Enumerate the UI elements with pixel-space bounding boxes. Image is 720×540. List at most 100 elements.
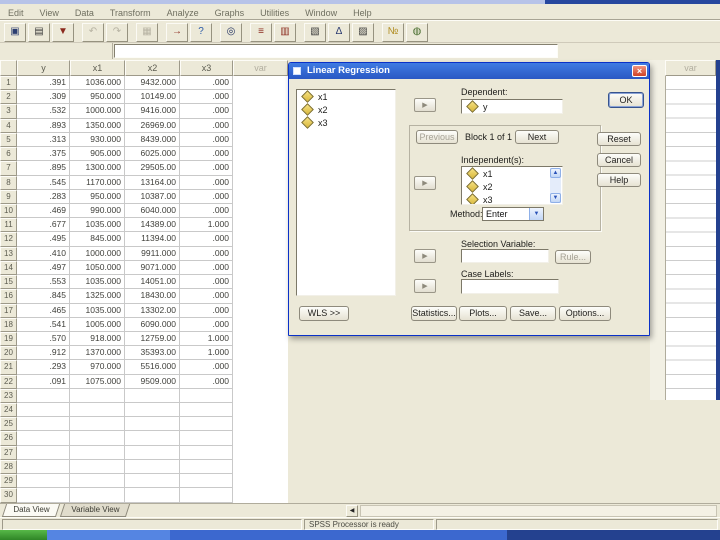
data-cell-x2[interactable]: 9911.000 bbox=[125, 246, 180, 261]
data-cell-x1[interactable]: 1035.000 bbox=[70, 218, 125, 233]
data-cell-x3[interactable]: .000 bbox=[180, 132, 233, 148]
data-cell-x1[interactable] bbox=[70, 488, 125, 503]
cell-editor-input[interactable] bbox=[114, 44, 558, 58]
row-number[interactable]: 5 bbox=[0, 132, 17, 148]
data-cell-y[interactable]: .495 bbox=[17, 232, 70, 247]
data-cell-y[interactable]: .283 bbox=[17, 189, 70, 204]
row-number[interactable]: 1 bbox=[0, 76, 17, 91]
grid-corner-cell[interactable] bbox=[0, 60, 17, 76]
row-number[interactable]: 6 bbox=[0, 147, 17, 162]
data-cell-x3[interactable] bbox=[180, 445, 233, 460]
data-cell-y[interactable]: .532 bbox=[17, 104, 70, 119]
data-cell-x2[interactable]: 9071.000 bbox=[125, 260, 180, 276]
row-number[interactable]: 19 bbox=[0, 331, 17, 347]
independent-transfer-arrow-icon[interactable]: ▶ bbox=[414, 176, 436, 190]
data-cell-x2[interactable]: 35393.00 bbox=[125, 346, 180, 361]
row-number[interactable]: 21 bbox=[0, 360, 17, 375]
tab-data-view[interactable]: Data View bbox=[1, 504, 61, 517]
data-cell-x1[interactable]: 845.000 bbox=[70, 232, 125, 247]
data-cell-x3[interactable] bbox=[180, 417, 233, 432]
data-cell-y[interactable] bbox=[17, 403, 70, 418]
save-button[interactable]: Save... bbox=[510, 306, 556, 321]
row-number[interactable]: 23 bbox=[0, 388, 17, 404]
data-cell-x2[interactable]: 11394.00 bbox=[125, 232, 180, 247]
independent-variable-list[interactable]: ▲ ▼ x1 x2 x3 bbox=[461, 166, 563, 205]
weight-cases-icon[interactable]: Δ bbox=[328, 23, 350, 42]
independent-variable-x1[interactable]: x1 bbox=[462, 167, 550, 180]
row-number[interactable]: 4 bbox=[0, 118, 17, 133]
independent-variable-x2[interactable]: x2 bbox=[462, 180, 550, 193]
data-cell-x1[interactable] bbox=[70, 417, 125, 432]
data-cell-y[interactable]: .497 bbox=[17, 260, 70, 276]
data-cell-x3[interactable]: .000 bbox=[180, 147, 233, 162]
data-cell-x1[interactable] bbox=[70, 445, 125, 460]
data-cell-x1[interactable]: 1000.000 bbox=[70, 104, 125, 119]
data-cell-x2[interactable]: 12759.00 bbox=[125, 331, 180, 347]
data-cell-x2[interactable]: 14389.00 bbox=[125, 218, 180, 233]
wls-button[interactable]: WLS >> bbox=[299, 306, 349, 321]
data-cell-y[interactable]: .391 bbox=[17, 76, 70, 91]
data-cell-x1[interactable]: 950.000 bbox=[70, 90, 125, 105]
source-variable-x3[interactable]: x3 bbox=[297, 116, 395, 129]
data-cell-y[interactable]: .541 bbox=[17, 317, 70, 332]
options-button[interactable]: Options... bbox=[559, 306, 611, 321]
col-header-var[interactable]: var bbox=[233, 60, 288, 76]
data-cell-x3[interactable] bbox=[180, 459, 233, 475]
data-cell-x2[interactable]: 6025.000 bbox=[125, 147, 180, 162]
data-cell-x1[interactable]: 1300.000 bbox=[70, 161, 125, 176]
data-cell-y[interactable] bbox=[17, 488, 70, 503]
data-cell-y[interactable]: .677 bbox=[17, 218, 70, 233]
case-labels-field[interactable] bbox=[461, 279, 559, 294]
data-cell-x3[interactable]: .000 bbox=[180, 289, 233, 304]
data-cell-x3[interactable]: 1.000 bbox=[180, 346, 233, 361]
data-cell-y[interactable] bbox=[17, 431, 70, 446]
scroll-down-icon[interactable]: ▼ bbox=[550, 193, 561, 203]
data-cell-x1[interactable]: 918.000 bbox=[70, 331, 125, 347]
reset-button[interactable]: Reset bbox=[597, 132, 641, 146]
data-cell-x3[interactable]: 1.000 bbox=[180, 331, 233, 347]
case-labels-transfer-arrow-icon[interactable]: ▶ bbox=[414, 279, 436, 293]
data-cell-y[interactable]: .912 bbox=[17, 346, 70, 361]
data-cell-x3[interactable] bbox=[180, 488, 233, 503]
data-cell-x2[interactable]: 29505.00 bbox=[125, 161, 180, 176]
select-cases-icon[interactable]: ▨ bbox=[352, 23, 374, 42]
data-cell-x2[interactable] bbox=[125, 474, 180, 489]
independent-list-scrollbar[interactable]: ▲ ▼ bbox=[550, 168, 561, 203]
source-variable-list[interactable]: x1 x2 x3 bbox=[296, 89, 396, 296]
row-number[interactable]: 18 bbox=[0, 317, 17, 332]
data-cell-x2[interactable]: 9509.000 bbox=[125, 374, 180, 389]
data-cell-x1[interactable]: 1370.000 bbox=[70, 346, 125, 361]
col-header-x2[interactable]: x2 bbox=[125, 60, 180, 76]
close-icon[interactable]: × bbox=[632, 65, 647, 77]
data-cell-x1[interactable]: 1075.000 bbox=[70, 374, 125, 389]
data-cell-x3[interactable]: .000 bbox=[180, 232, 233, 247]
data-cell-x1[interactable]: 905.000 bbox=[70, 147, 125, 162]
row-number[interactable]: 20 bbox=[0, 346, 17, 361]
background-var-column-header[interactable]: var bbox=[665, 60, 716, 76]
data-cell-x1[interactable]: 1050.000 bbox=[70, 260, 125, 276]
data-cell-x3[interactable]: .000 bbox=[180, 246, 233, 261]
dropdown-arrow-icon[interactable]: ▼ bbox=[529, 208, 543, 220]
data-cell-x1[interactable]: 970.000 bbox=[70, 360, 125, 375]
row-number[interactable]: 27 bbox=[0, 445, 17, 460]
row-number[interactable]: 10 bbox=[0, 203, 17, 219]
col-header-y[interactable]: y bbox=[17, 60, 70, 76]
plots-button[interactable]: Plots... bbox=[459, 306, 507, 321]
row-number[interactable]: 11 bbox=[0, 218, 17, 233]
dependent-transfer-arrow-icon[interactable]: ▶ bbox=[414, 98, 436, 112]
data-cell-x3[interactable]: .000 bbox=[180, 317, 233, 332]
data-cell-x1[interactable]: 1170.000 bbox=[70, 175, 125, 190]
row-number[interactable]: 9 bbox=[0, 189, 17, 204]
row-number[interactable]: 14 bbox=[0, 260, 17, 276]
data-cell-x3[interactable]: .000 bbox=[180, 275, 233, 290]
data-cell-y[interactable]: .893 bbox=[17, 118, 70, 133]
data-cell-x1[interactable]: 990.000 bbox=[70, 203, 125, 219]
row-number[interactable]: 30 bbox=[0, 488, 17, 503]
row-number[interactable]: 8 bbox=[0, 175, 17, 190]
data-cell-x1[interactable] bbox=[70, 459, 125, 475]
menu-transform[interactable]: Transform bbox=[102, 6, 159, 21]
data-cell-x2[interactable]: 18430.00 bbox=[125, 289, 180, 304]
data-cell-x2[interactable] bbox=[125, 431, 180, 446]
data-cell-x1[interactable] bbox=[70, 403, 125, 418]
insert-case-icon[interactable]: ≡ bbox=[250, 23, 272, 42]
